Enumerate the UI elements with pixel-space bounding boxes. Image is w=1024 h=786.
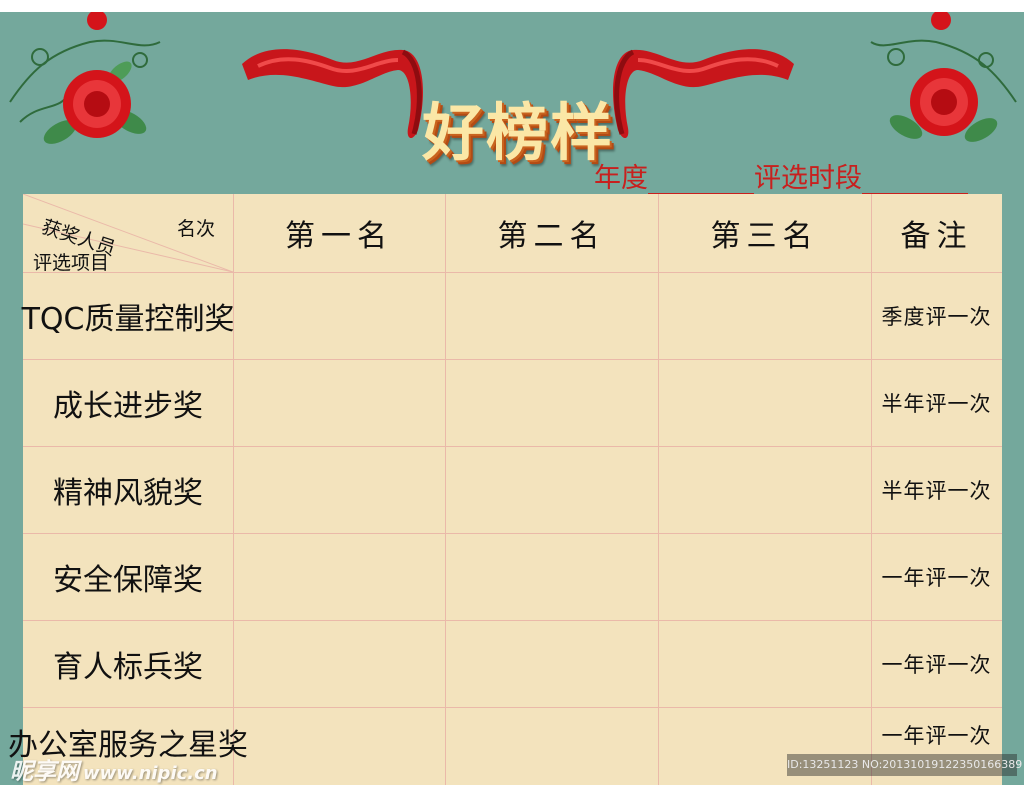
watermark-site: 昵享网 www.nipic.cn — [10, 752, 218, 786]
award-name: 精神风貌奖 — [53, 475, 203, 511]
grid-line — [445, 194, 446, 785]
year-blank — [648, 169, 754, 195]
watermark-url: www.nipic.cn — [83, 763, 218, 784]
year-label: 年度 — [594, 163, 648, 194]
award-note: 半年评一次 — [881, 391, 992, 416]
header-second-place: 第二名 — [497, 219, 606, 254]
watermark-id: ID:13251123 NO:20131019122350166389 — [787, 754, 1022, 776]
watermark-site-name: 昵享网 — [10, 759, 79, 785]
header-third-place: 第三名 — [710, 219, 819, 254]
period-label: 评选时段 — [754, 163, 862, 194]
grid-line — [233, 194, 234, 785]
award-name: TQC质量控制奖 — [21, 301, 235, 337]
award-note: 半年评一次 — [881, 478, 992, 503]
header-remarks: 备注 — [900, 219, 973, 254]
award-name: 育人标兵奖 — [53, 649, 203, 685]
poster-board: 好榜样 年度 评选时段 获奖人员 名次 评选项目 第一名 第二名 第三名 备注 T… — [0, 12, 1024, 785]
left-rose-decoration — [9, 12, 161, 144]
award-note: 季度评一次 — [881, 304, 992, 329]
period-line: 年度 评选时段 — [594, 156, 1004, 195]
award-name: 安全保障奖 — [53, 562, 203, 598]
corner-items-label: 评选项目 — [33, 252, 110, 274]
award-table: 获奖人员 名次 评选项目 第一名 第二名 第三名 备注 TQC质量控制奖 季度评… — [8, 194, 1002, 785]
grid-line — [23, 707, 1002, 708]
corner-rank-label: 名次 — [177, 218, 216, 240]
award-note: 一年评一次 — [881, 652, 992, 677]
award-name: 成长进步奖 — [53, 388, 203, 424]
grid-line — [658, 194, 659, 785]
header-first-place: 第一名 — [285, 219, 393, 254]
right-ribbon-decoration — [613, 49, 794, 139]
award-note: 一年评一次 — [881, 565, 992, 590]
right-rose-decoration — [870, 12, 1017, 142]
period-blank — [862, 169, 968, 195]
